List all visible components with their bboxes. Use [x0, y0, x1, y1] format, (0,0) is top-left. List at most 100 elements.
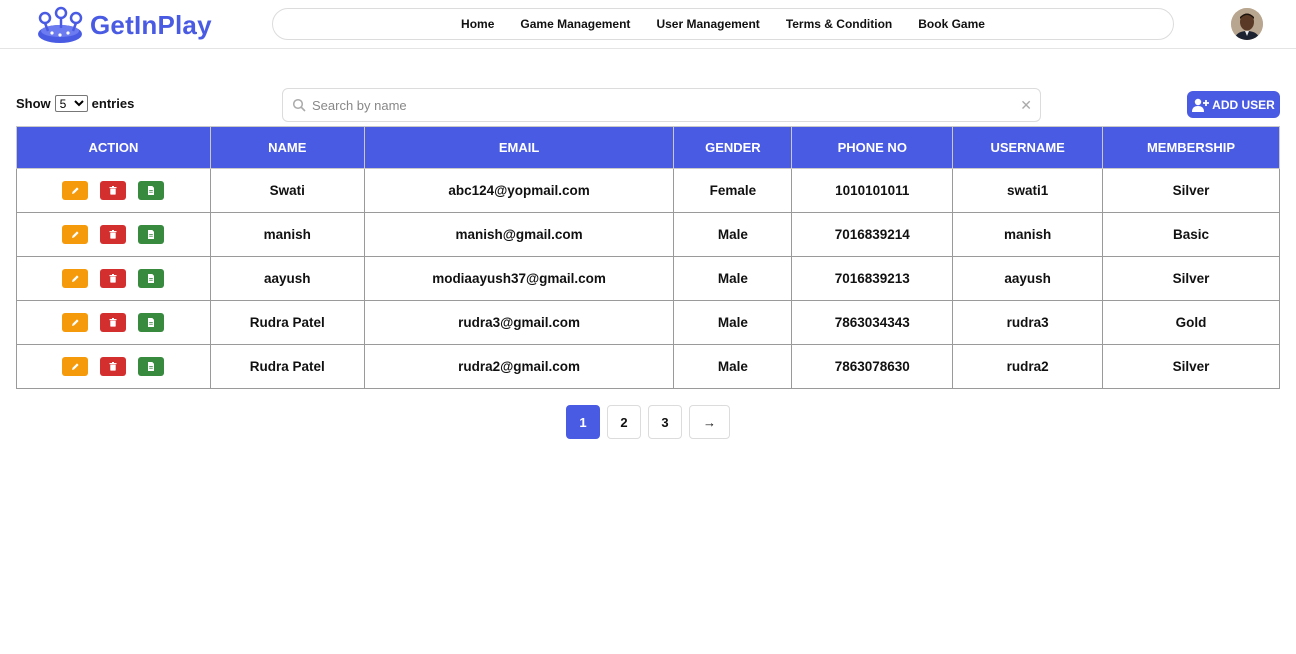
cell-gender: Male [673, 256, 793, 301]
cell-phone: 7863078630 [791, 344, 954, 389]
avatar[interactable] [1231, 8, 1263, 40]
row-actions [17, 357, 210, 376]
table-row: Rudra Patel rudra2@gmail.com Male 786307863… [16, 344, 1280, 389]
delete-button[interactable] [100, 269, 127, 288]
cell-email: modiaayush37@gmail.com [363, 256, 675, 301]
cell-email: rudra3@gmail.com [363, 300, 675, 345]
cell-email: manish@gmail.com [363, 212, 675, 257]
document-icon [147, 186, 155, 195]
trash-icon [109, 186, 117, 195]
row-actions [17, 269, 210, 288]
cell-email: abc124@yopmail.com [363, 168, 675, 213]
page-1-button[interactable]: 1 [566, 405, 600, 439]
top-header: GetInPlay Home Game Management User Mana… [0, 0, 1296, 49]
search-box: ✕ [282, 88, 1041, 122]
logo[interactable]: GetInPlay [34, 6, 212, 44]
nav-game-management[interactable]: Game Management [520, 17, 630, 31]
header-phone: PHONE NO [791, 126, 954, 169]
header-gender: GENDER [673, 126, 793, 169]
cell-membership: Gold [1102, 300, 1280, 345]
page-3-button[interactable]: 3 [648, 405, 682, 439]
row-actions-cell [16, 344, 211, 389]
main-nav: Home Game Management User Management Ter… [272, 8, 1174, 40]
pencil-icon [71, 230, 80, 239]
row-actions [17, 225, 210, 244]
search-input[interactable] [312, 97, 1002, 113]
delete-button[interactable] [100, 225, 127, 244]
trash-icon [109, 318, 117, 327]
row-actions [17, 313, 210, 332]
add-user-button[interactable]: ADD USER [1187, 91, 1280, 118]
cell-email: rudra2@gmail.com [363, 344, 675, 389]
cell-name: Swati [209, 168, 365, 213]
entries-label: entries [91, 96, 135, 111]
details-button[interactable] [138, 357, 165, 376]
cell-membership: Silver [1102, 344, 1280, 389]
table-row: manish manish@gmail.com Male 7016839214 mani… [16, 212, 1280, 257]
document-icon [147, 318, 155, 327]
details-button[interactable] [138, 181, 165, 200]
close-icon[interactable]: ✕ [1020, 97, 1032, 114]
table-row: Swati abc124@yopmail.com Female 1010101011 s… [16, 168, 1280, 213]
delete-button[interactable] [100, 181, 127, 200]
details-button[interactable] [138, 313, 165, 332]
add-user-icon [1192, 98, 1210, 112]
delete-button[interactable] [100, 357, 127, 376]
edit-button[interactable] [62, 313, 89, 332]
add-user-label: ADD USER [1212, 97, 1275, 112]
search-icon [292, 98, 306, 112]
details-button[interactable] [138, 225, 165, 244]
cell-name: manish [209, 212, 365, 257]
nav-home[interactable]: Home [461, 17, 494, 31]
page-2-button[interactable]: 2 [607, 405, 641, 439]
entries-select[interactable]: 5 [54, 95, 88, 112]
document-icon [147, 230, 155, 239]
show-label: Show [16, 96, 51, 111]
show-entries-control: Show 5 entries [16, 95, 134, 112]
cell-membership: Basic [1102, 212, 1280, 257]
pagination: 1 2 3 → [566, 405, 730, 439]
document-icon [147, 362, 155, 371]
cell-name: aayush [209, 256, 365, 301]
details-button[interactable] [138, 269, 165, 288]
document-icon [147, 274, 155, 283]
next-page-button[interactable]: → [689, 405, 730, 439]
header-name: NAME [209, 126, 365, 169]
cell-username: manish [952, 212, 1104, 257]
row-actions-cell [16, 300, 211, 345]
cell-username: rudra3 [952, 300, 1104, 345]
pencil-icon [71, 186, 80, 195]
logo-text: GetInPlay [90, 9, 212, 40]
nav-terms-condition[interactable]: Terms & Condition [786, 17, 892, 31]
cell-username: swati1 [952, 168, 1104, 213]
edit-button[interactable] [62, 357, 89, 376]
header-email: EMAIL [363, 126, 675, 169]
cell-gender: Male [673, 212, 793, 257]
row-actions-cell [16, 256, 211, 301]
pencil-icon [71, 274, 80, 283]
cell-name: Rudra Patel [209, 344, 365, 389]
users-table: ACTION NAME EMAIL GENDER PHONE NO USERNA… [16, 126, 1280, 389]
cell-username: rudra2 [952, 344, 1104, 389]
cell-name: Rudra Patel [209, 300, 365, 345]
edit-button[interactable] [62, 225, 89, 244]
header-membership: MEMBERSHIP [1102, 126, 1280, 169]
trash-icon [109, 230, 117, 239]
cell-phone: 7016839213 [791, 256, 954, 301]
edit-button[interactable] [62, 181, 89, 200]
table-header-row: ACTION NAME EMAIL GENDER PHONE NO USERNA… [16, 126, 1280, 169]
cell-phone: 7863034343 [791, 300, 954, 345]
cell-membership: Silver [1102, 256, 1280, 301]
avatar-image [1231, 8, 1263, 40]
cell-phone: 1010101011 [791, 168, 954, 213]
edit-button[interactable] [62, 269, 89, 288]
table-row: Rudra Patel rudra3@gmail.com Male 786303434… [16, 300, 1280, 345]
pencil-icon [71, 362, 80, 371]
cell-gender: Male [673, 344, 793, 389]
trash-icon [109, 274, 117, 283]
nav-book-game[interactable]: Book Game [918, 17, 985, 31]
trash-icon [109, 362, 117, 371]
nav-user-management[interactable]: User Management [656, 17, 759, 31]
delete-button[interactable] [100, 313, 127, 332]
table-row: aayush modiaayush37@gmail.com Male 70168392… [16, 256, 1280, 301]
